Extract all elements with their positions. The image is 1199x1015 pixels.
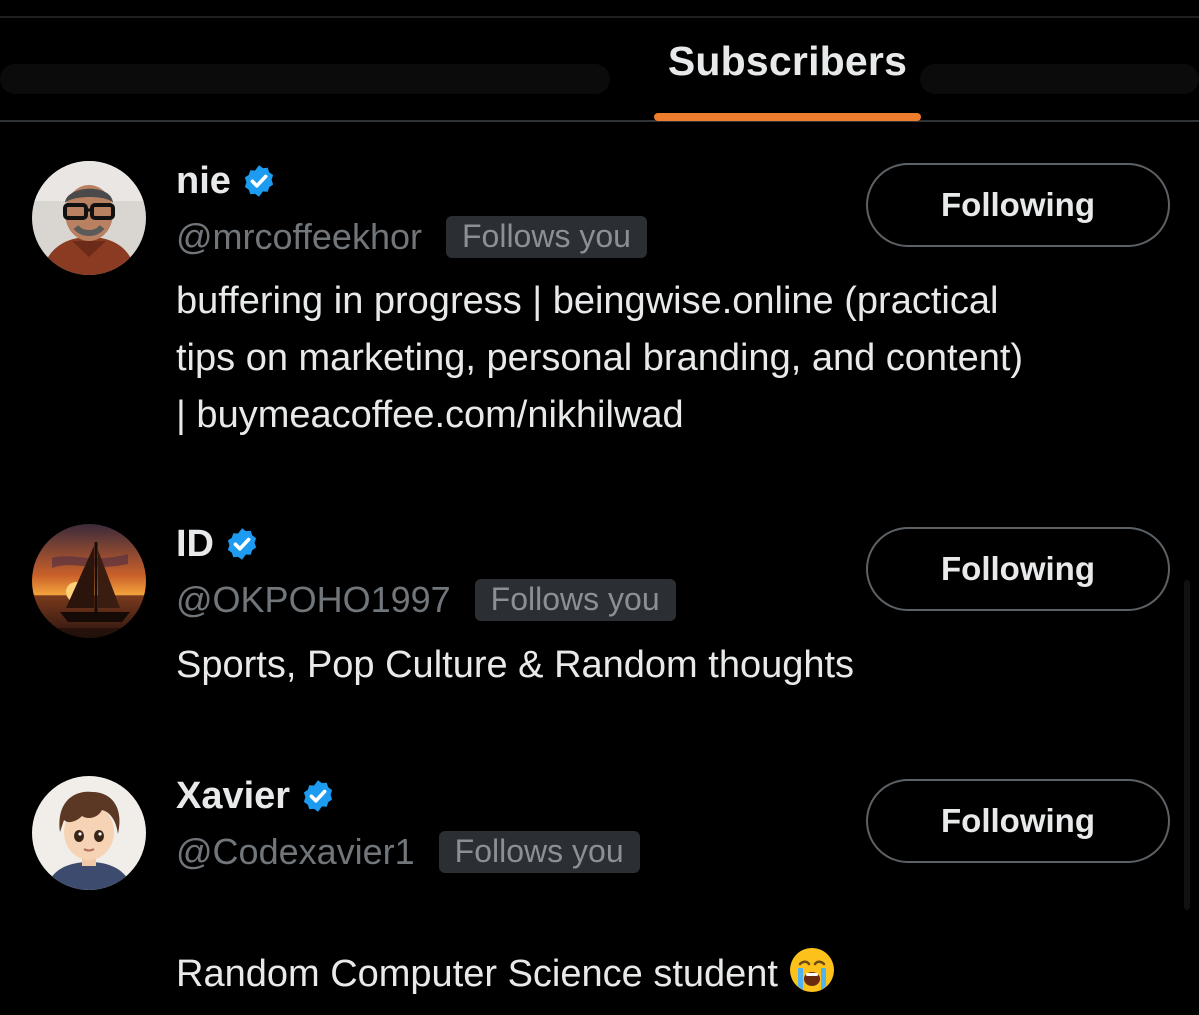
name-line: ID [176,521,260,567]
tab-subscribers[interactable]: Subscribers [650,18,925,121]
avatar[interactable] [32,161,146,275]
active-tab-indicator [654,113,921,121]
handle-line: @mrcoffeekhor Follows you [176,213,647,261]
handle-line: @OKPOHO1997 Follows you [176,576,676,624]
handle-line: @Codexavier1 Follows you [176,828,640,876]
avatar[interactable] [32,524,146,638]
scrollbar[interactable] [1184,580,1190,910]
avatar[interactable] [32,776,146,890]
tab-bar: Subscribers [0,18,1199,122]
display-name[interactable]: nie [176,160,231,203]
display-name[interactable]: Xavier [176,775,290,818]
following-button[interactable]: Following [866,779,1170,863]
user-bio: Sports, Pop Culture & Random thoughts [176,644,855,686]
handle[interactable]: @OKPOHO1997 [176,579,451,621]
verified-badge-icon [244,165,274,197]
follows-you-badge: Follows you [438,831,640,873]
follows-you-badge: Follows you [474,579,676,621]
user-bio-text: Random Computer Science student [176,953,778,995]
handle[interactable]: @Codexavier1 [176,831,415,873]
sailboat-sunset-avatar-icon [32,524,146,638]
user-bio: buffering in progress | beingwise.online… [176,280,1024,436]
following-button[interactable]: Following [866,527,1170,611]
display-name[interactable]: ID [176,523,214,566]
tab-ghost-left [0,64,610,94]
handle[interactable]: @mrcoffeekhor [176,216,422,258]
following-button[interactable]: Following [866,163,1170,247]
verified-badge-icon [227,528,257,560]
tab-ghost-right [920,64,1199,94]
name-line: Xavier [176,773,336,819]
loudly-crying-face-icon [790,948,834,992]
man-with-glasses-avatar-icon [32,161,146,275]
anime-boy-avatar-icon [32,776,146,890]
verified-badge-icon [303,780,333,812]
tab-subscribers-label: Subscribers [667,38,908,84]
user-bio: Random Computer Science student [176,889,1176,1003]
follows-you-badge: Follows you [445,216,647,258]
name-line: nie [176,158,277,204]
